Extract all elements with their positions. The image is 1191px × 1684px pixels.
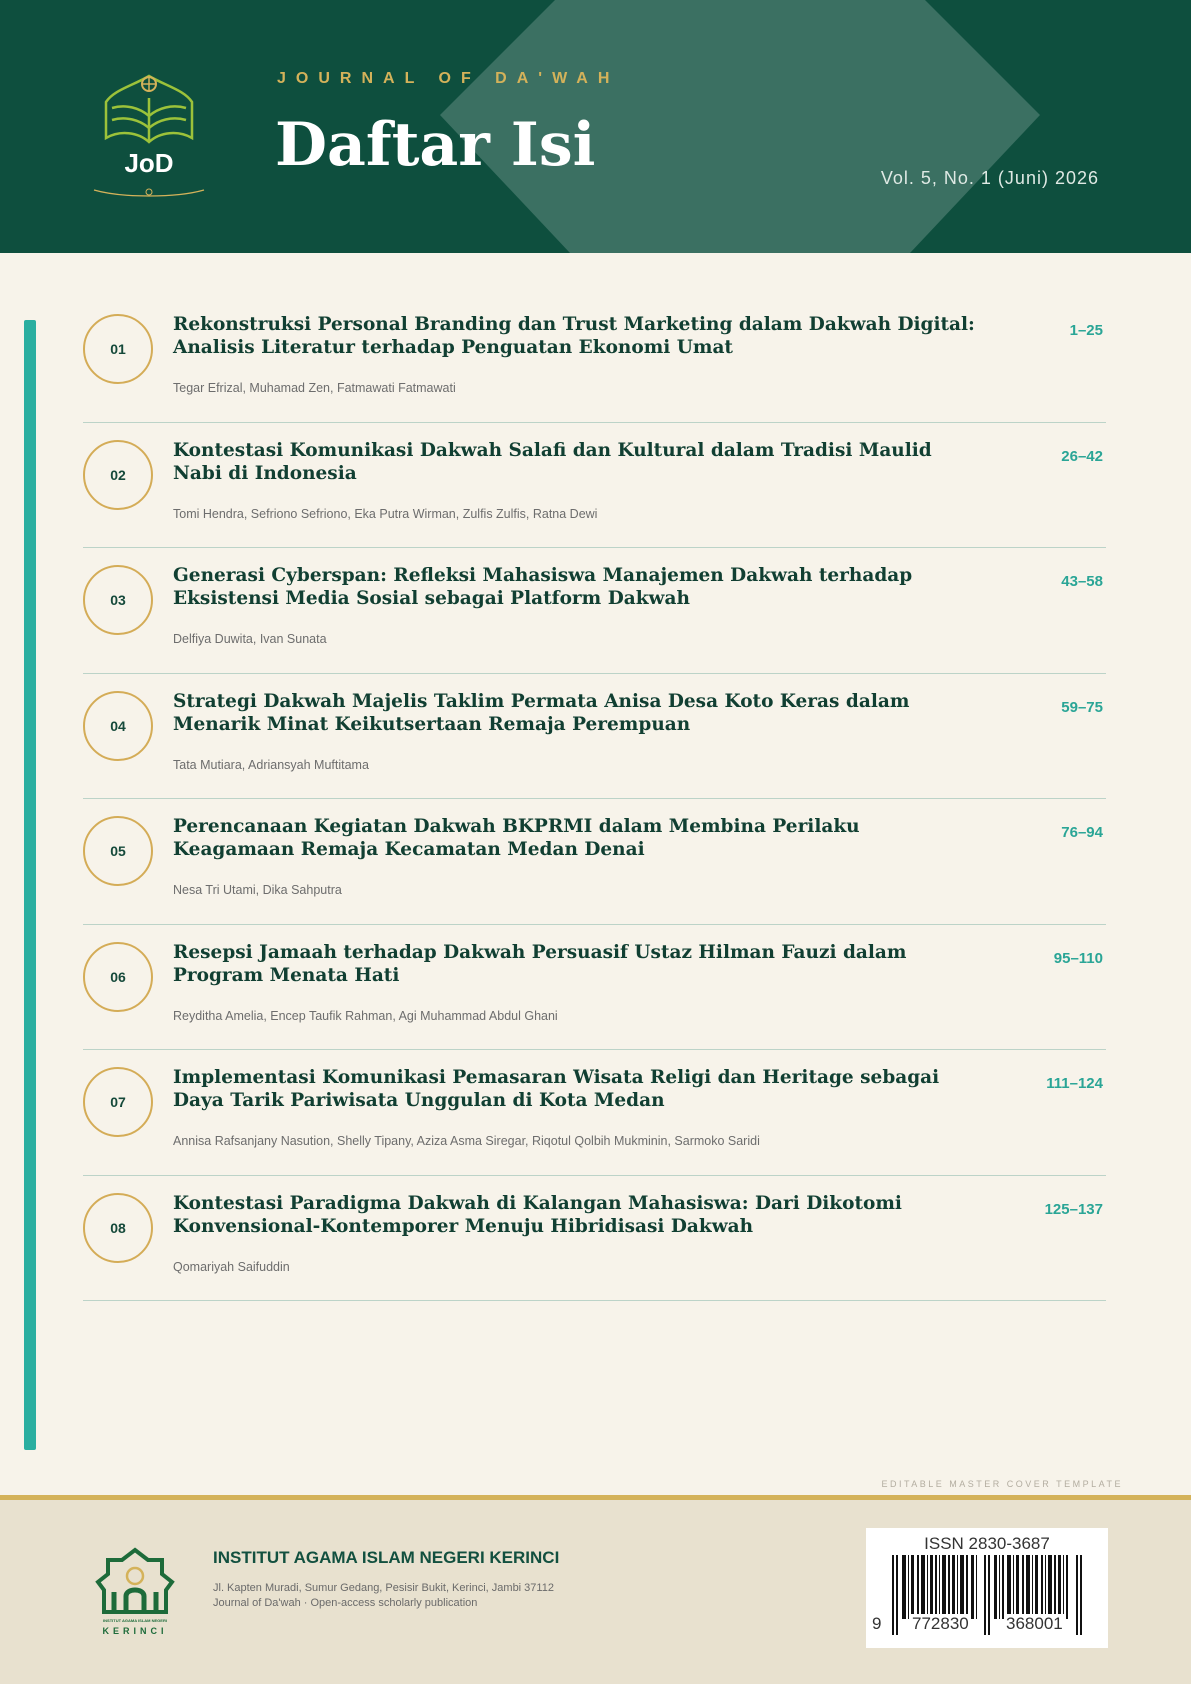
toc-entry[interactable]: 07 Implementasi Komunikasi Pemasaran Wis… [83,1050,1106,1176]
table-of-contents: 01 Rekonstruksi Personal Branding dan Tr… [83,297,1106,1301]
entry-number: 02 [83,439,153,510]
template-note: EDITABLE MASTER COVER TEMPLATE [881,1479,1123,1489]
entry-title[interactable]: Implementasi Komunikasi Pemasaran Wisata… [173,1066,983,1112]
barcode-digits-right: 368001 [1004,1614,1065,1634]
toc-entry[interactable]: 06 Resepsi Jamaah terhadap Dakwah Persua… [83,925,1106,1050]
entry-pages: 111–124 [1046,1075,1103,1092]
entry-authors: Nesa Tri Utami, Dika Sahputra [173,883,342,897]
entry-pages: 125–137 [1044,1200,1103,1218]
svg-text:KERINCI: KERINCI [102,1626,167,1636]
entry-pages: 95–110 [1053,949,1103,967]
entry-number: 05 [83,816,153,886]
entry-authors: Annisa Rafsanjany Nasution, Shelly Tipan… [173,1134,760,1148]
toc-entry[interactable]: 04 Strategi Dakwah Majelis Taklim Permat… [83,674,1106,799]
toc-entry[interactable]: 01 Rekonstruksi Personal Branding dan Tr… [83,297,1106,423]
entry-authors: Tata Mutiara, Adriansyah Muftitama [173,757,369,772]
page-footer: INSTITUT AGAMA ISLAM NEGERI KERINCI INST… [0,1495,1191,1684]
entry-title[interactable]: Kontestasi Komunikasi Dakwah Salafi dan … [173,439,983,485]
entry-title[interactable]: Strategi Dakwah Majelis Taklim Permata A… [173,690,983,736]
toc-entry[interactable]: 08 Kontestasi Paradigma Dakwah di Kalang… [83,1176,1106,1301]
toc-entry[interactable]: 02 Kontestasi Komunikasi Dakwah Salafi d… [83,423,1106,548]
entry-number: 04 [83,690,153,761]
entry-pages: 43–58 [1061,573,1103,590]
jod-logo: JoD [93,74,205,197]
entry-title[interactable]: Kontestasi Paradigma Dakwah di Kalangan … [173,1192,983,1238]
barcode-digit-first: 9 [870,1614,884,1634]
entry-title[interactable]: Generasi Cyberspan: Refleksi Mahasiswa M… [173,564,983,610]
entry-number: 03 [83,565,153,635]
toc-entry[interactable]: 05 Perencanaan Kegiatan Dakwah BKPRMI da… [83,799,1106,925]
entry-number: 06 [83,941,153,1012]
institution-name: INSTITUT AGAMA ISLAM NEGERI KERINCI [213,1548,560,1567]
iain-kerinci-logo: INSTITUT AGAMA ISLAM NEGERI KERINCI [95,1547,175,1636]
entry-title[interactable]: Perencanaan Kegiatan Dakwah BKPRMI dalam… [173,815,983,861]
svg-text:JoD: JoD [124,148,173,178]
issn-barcode: ISSN 2830-3687 9 772830 368001 [866,1528,1108,1648]
entry-authors: Reyditha Amelia, Encep Taufik Rahman, Ag… [173,1008,558,1023]
svg-text:INSTITUT AGAMA ISLAM NEGERI: INSTITUT AGAMA ISLAM NEGERI [103,1618,167,1623]
page-header: JoD JOURNAL OF DA'WAH Daftar Isi Vol. 5,… [0,0,1191,253]
barcode-digits-left: 772830 [910,1614,971,1634]
entry-pages: 1–25 [1069,322,1103,339]
journal-name: JOURNAL OF DA'WAH [277,70,620,87]
entry-pages: 26–42 [1061,447,1103,465]
toc-entry[interactable]: 03 Generasi Cyberspan: Refleksi Mahasisw… [83,548,1106,674]
journal-description: Journal of Da'wah · Open-access scholarl… [213,1597,478,1609]
entry-pages: 76–94 [1061,824,1103,841]
entry-authors: Qomariyah Saifuddin [173,1259,290,1274]
accent-bar [24,320,36,1450]
volume-info: Vol. 5, No. 1 (Juni) 2026 [880,168,1099,188]
entry-title[interactable]: Resepsi Jamaah terhadap Dakwah Persuasif… [173,941,983,987]
entry-authors: Tegar Efrizal, Muhamad Zen, Fatmawati Fa… [173,381,456,395]
entry-authors: Delfiya Duwita, Ivan Sunata [173,632,327,646]
entry-number: 07 [83,1067,153,1137]
issn-label: ISSN 2830-3687 [924,1534,1050,1553]
entry-title[interactable]: Rekonstruksi Personal Branding dan Trust… [173,313,983,359]
entry-number: 01 [83,314,153,384]
entry-pages: 59–75 [1061,698,1103,716]
entry-number: 08 [83,1192,153,1263]
page-title: Daftar Isi [275,110,596,180]
institution-address: Jl. Kapten Muradi, Sumur Gedang, Pesisir… [213,1582,554,1594]
entry-authors: Tomi Hendra, Sefriono Sefriono, Eka Putr… [173,506,598,521]
